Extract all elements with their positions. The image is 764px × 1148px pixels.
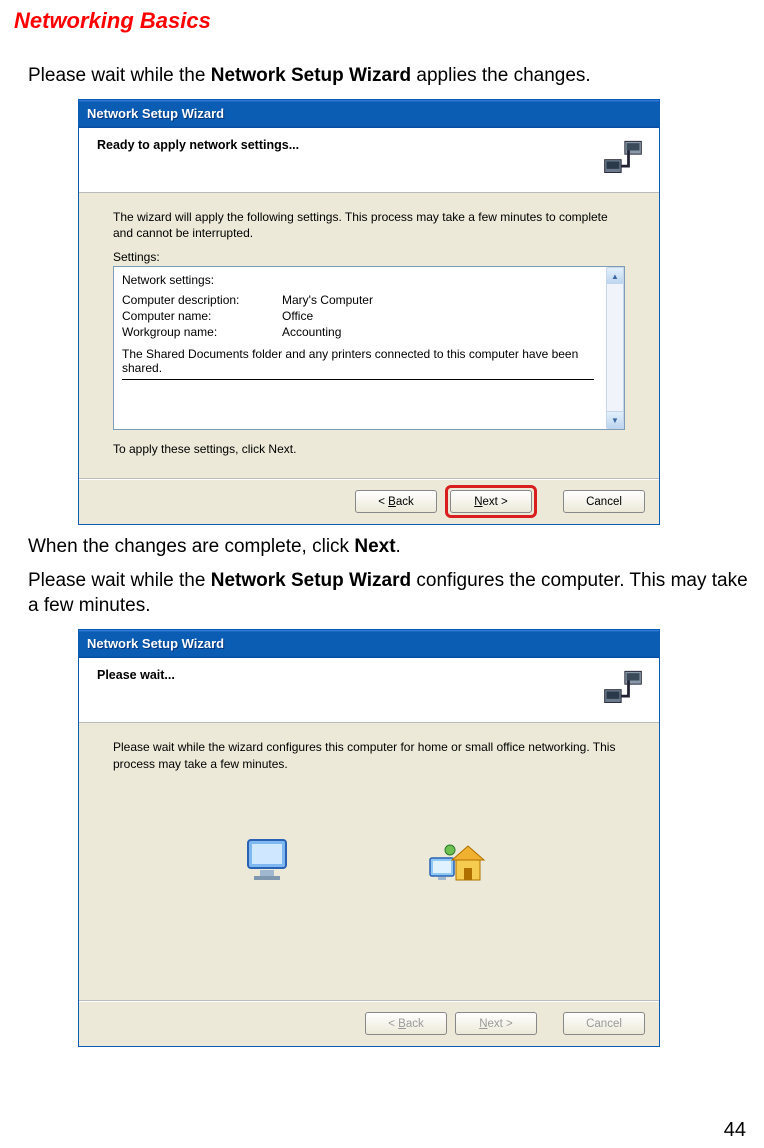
network-icon (601, 664, 645, 708)
wizard-window-wait: Network Setup Wizard Please wait... Plea… (78, 629, 660, 1047)
text: Please wait while the (28, 570, 211, 591)
wizard-window-ready: Network Setup Wizard Ready to apply netw… (78, 99, 660, 525)
settings-value: Office (282, 309, 313, 323)
network-icon (601, 134, 645, 178)
cancel-button: Cancel (563, 1012, 645, 1035)
titlebar: Network Setup Wizard (79, 100, 659, 128)
button-label: Cancel (586, 1018, 622, 1030)
text: When the changes are complete, click (28, 536, 354, 557)
settings-listbox[interactable]: ▲ ▼ Network settings: Computer descripti… (113, 266, 625, 430)
wizard-button-row: < Back Next > Cancel (79, 479, 659, 524)
titlebar-text: Network Setup Wizard (87, 106, 224, 121)
settings-row: Workgroup name: Accounting (122, 325, 594, 339)
wizard-content: Please wait while the wizard configures … (79, 723, 659, 1001)
wizard-header: Please wait... (79, 658, 659, 723)
settings-value: Accounting (282, 325, 341, 339)
animation-row (113, 812, 625, 912)
settings-label: Settings: (113, 250, 625, 264)
wizard-header: Ready to apply network settings... (79, 128, 659, 193)
scroll-up-button[interactable]: ▲ (606, 267, 624, 285)
section-heading: Networking Basics (14, 8, 750, 34)
text-bold: Network Setup Wizard (211, 570, 411, 591)
settings-key: Computer name: (122, 309, 282, 323)
divider (122, 379, 594, 380)
settings-line: Network settings: (122, 273, 594, 287)
wizard-content: The wizard will apply the following sett… (79, 193, 659, 479)
scroll-track[interactable] (606, 284, 624, 412)
text-bold: Next (354, 536, 395, 557)
settings-key: Workgroup name: (122, 325, 282, 339)
description-text: The wizard will apply the following sett… (113, 209, 625, 243)
description-text: Please wait while the wizard configures … (113, 739, 625, 773)
text: applies the changes. (411, 65, 591, 86)
button-label: < Back (388, 1018, 424, 1030)
monitor-icon (240, 832, 300, 892)
settings-shared-text: The Shared Documents folder and any prin… (122, 347, 594, 375)
titlebar: Network Setup Wizard (79, 630, 659, 658)
apply-instruction: To apply these settings, click Next. (113, 442, 625, 456)
text: Please wait while the (28, 65, 211, 86)
network-home-icon (428, 832, 498, 892)
settings-value: Mary's Computer (282, 293, 373, 307)
page-number: 44 (724, 1119, 746, 1142)
next-button-highlight: Next > (445, 485, 537, 518)
button-label: Next > (479, 1018, 513, 1030)
settings-key: Computer description: (122, 293, 282, 307)
wizard-button-row: < Back Next > Cancel (79, 1001, 659, 1046)
scroll-down-button[interactable]: ▼ (606, 411, 624, 429)
next-button[interactable]: Next > (450, 490, 532, 513)
wizard-header-title: Ready to apply network settings... (97, 138, 649, 152)
text-bold: Network Setup Wizard (211, 65, 411, 86)
back-button[interactable]: < Back (355, 490, 437, 513)
next-button: Next > (455, 1012, 537, 1035)
button-label: < Back (378, 496, 414, 508)
cancel-button[interactable]: Cancel (563, 490, 645, 513)
settings-content: Network settings: Computer description: … (122, 273, 616, 380)
intro-paragraph-3: Please wait while the Network Setup Wiza… (28, 569, 750, 618)
intro-paragraph-2: When the changes are complete, click Nex… (28, 535, 750, 560)
button-label: Cancel (586, 496, 622, 508)
titlebar-text: Network Setup Wizard (87, 636, 224, 651)
button-label: Next > (474, 496, 508, 508)
wizard-header-title: Please wait... (97, 668, 649, 682)
settings-row: Computer description: Mary's Computer (122, 293, 594, 307)
back-button: < Back (365, 1012, 447, 1035)
intro-paragraph-1: Please wait while the Network Setup Wiza… (28, 64, 750, 89)
text: . (396, 536, 401, 557)
settings-row: Computer name: Office (122, 309, 594, 323)
